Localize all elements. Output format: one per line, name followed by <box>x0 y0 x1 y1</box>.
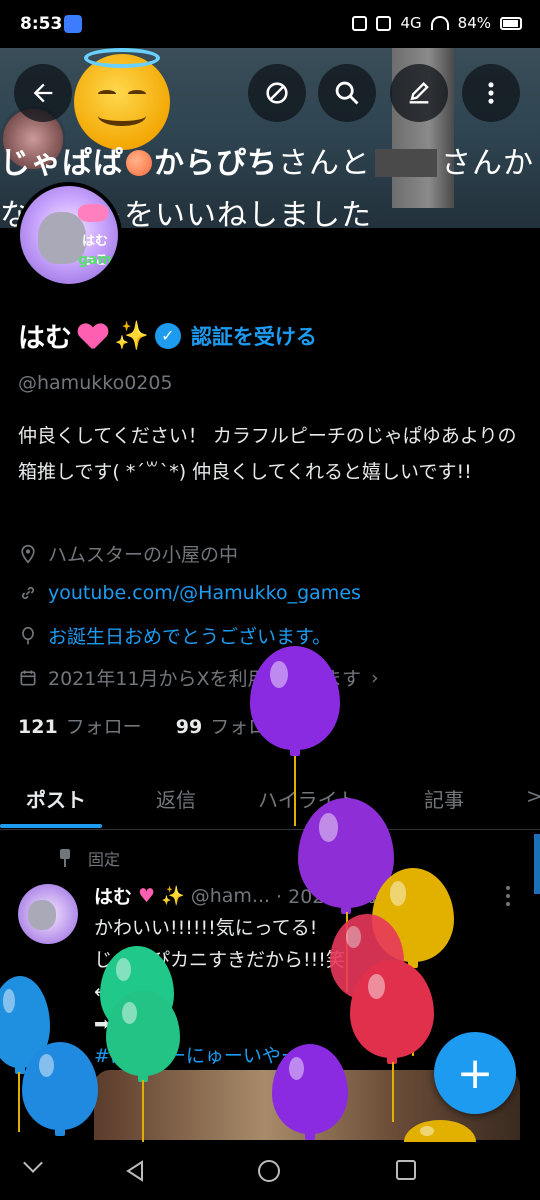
balloon-icon <box>22 626 34 644</box>
tab-posts[interactable]: ポスト <box>26 784 86 813</box>
nav-back-icon[interactable] <box>124 1160 146 1182</box>
app-badge-icon <box>64 15 82 33</box>
balloon-string <box>142 1080 144 1142</box>
smiley-mouth <box>98 106 146 126</box>
halo-shape <box>84 48 160 68</box>
status-indicators: 4G 84% <box>352 14 522 32</box>
following-label: フォロー <box>65 716 142 738</box>
battery-percent: 84% <box>457 14 491 32</box>
profile-tabs: ポスト 返信 ハイライト 記事 > <box>0 770 540 830</box>
calendar-icon <box>20 670 36 685</box>
post-author-name[interactable]: はむ <box>94 882 132 909</box>
profile-name-row: はむ ✨ ✓ 認証を受ける <box>18 316 317 355</box>
peach-icon <box>126 150 152 176</box>
balloon-purple-3 <box>272 1044 348 1140</box>
compose-post-button[interactable]: + <box>434 1032 516 1114</box>
no-sign-icon <box>266 82 288 104</box>
verified-badge-icon: ✓ <box>154 322 181 349</box>
pinned-label: 固定 <box>88 850 121 869</box>
tab-articles[interactable]: 記事 <box>424 784 464 813</box>
banner-name-1: じゃぱぱ <box>0 146 124 181</box>
following-count: 121 <box>18 716 58 738</box>
sparkling-heart-icon <box>78 322 108 350</box>
profile-avatar[interactable]: はむっこ games <box>16 182 122 288</box>
search-icon <box>335 81 359 105</box>
hamster-figure-small <box>28 900 56 930</box>
nav-collapse-icon[interactable] <box>23 1153 43 1173</box>
balloon-string <box>392 1062 394 1122</box>
profile-location: ハムスターの小屋の中 <box>18 540 238 567</box>
following-link[interactable]: 121 フォロー <box>18 716 142 738</box>
system-nav-bar <box>0 1142 540 1200</box>
location-icon <box>21 544 35 564</box>
nav-home-icon[interactable] <box>258 1160 280 1182</box>
profile-handle: @hamukko0205 <box>18 372 173 394</box>
tab-replies[interactable]: 返信 <box>156 784 196 813</box>
more-icon <box>488 82 494 104</box>
scroll-indicator <box>534 834 540 894</box>
balloon-string <box>294 756 296 826</box>
smiley-eye-left <box>98 90 116 98</box>
website-link[interactable]: youtube.com/@Hamukko_games <box>48 582 361 604</box>
post-author-avatar[interactable] <box>18 884 78 944</box>
sparkles-icon: ✨ <box>114 318 149 352</box>
balloon-blue-2 <box>22 1042 98 1136</box>
status-time: 8:53 <box>20 14 63 34</box>
banner-text-line1: じゃぱぱ からぴちさんと さんか <box>0 138 534 182</box>
more-options-button[interactable] <box>462 64 520 122</box>
balloon-red-2 <box>350 960 434 1064</box>
network-label: 4G <box>400 14 422 32</box>
mute-icon <box>376 15 392 31</box>
banner-name-2: からぴち <box>154 146 278 181</box>
nav-recents-icon[interactable] <box>396 1160 416 1180</box>
profile-birthday: お誕生日おめでとうございます。 <box>18 622 331 649</box>
tab-more[interactable]: > <box>526 784 540 808</box>
mute-profile-button[interactable] <box>248 64 306 122</box>
chevron-right-icon[interactable]: › <box>371 667 379 689</box>
sparkles-icon-small: ✨ <box>161 885 185 907</box>
link-icon <box>21 586 35 600</box>
avatar-games: games <box>78 252 122 268</box>
get-verified-link[interactable]: 認証を受ける <box>191 321 317 351</box>
post-author-handle: @ham... <box>190 884 271 907</box>
status-bar: 8:53 4G 84% <box>0 0 540 48</box>
edit-button[interactable] <box>390 64 448 122</box>
location-text: ハムスターの小屋の中 <box>48 544 239 566</box>
pin-icon <box>58 849 72 867</box>
profile-name: はむ <box>18 323 72 354</box>
smiley-eye-right <box>128 90 146 98</box>
wifi-icon <box>430 16 449 30</box>
balloon-string <box>18 1072 20 1132</box>
profile-bio: 仲良くしてください！ カラフルピーチのじゃぱゆあよりの箱推しです( *´꒳`*)… <box>18 425 517 483</box>
pinned-label-row: 固定 <box>58 846 120 870</box>
balloon-purple-1 <box>250 646 340 756</box>
post-line-1: かわいい!!!!!!気にってる! <box>94 917 318 939</box>
heart-icon: ♥ <box>138 884 156 907</box>
active-tab-indicator <box>0 824 102 828</box>
search-button[interactable] <box>318 64 376 122</box>
profile-website: youtube.com/@Hamukko_games <box>18 582 361 604</box>
ribbon-shape <box>78 204 108 222</box>
redacted-block <box>375 149 437 177</box>
back-arrow-icon <box>33 83 53 103</box>
balloon-green-2 <box>106 990 180 1082</box>
smiley-halo-emoji <box>74 48 170 150</box>
banner-conj: さんと <box>278 146 371 181</box>
post-more-icon[interactable] <box>506 886 512 908</box>
nfc-icon <box>352 15 368 31</box>
battery-icon <box>500 16 522 30</box>
birthday-text[interactable]: お誕生日おめでとうございます。 <box>48 622 331 649</box>
back-button[interactable] <box>14 64 72 122</box>
banner-suffix: さんか <box>441 146 534 181</box>
followers-count: 99 <box>175 716 203 738</box>
edit-icon <box>409 82 429 104</box>
